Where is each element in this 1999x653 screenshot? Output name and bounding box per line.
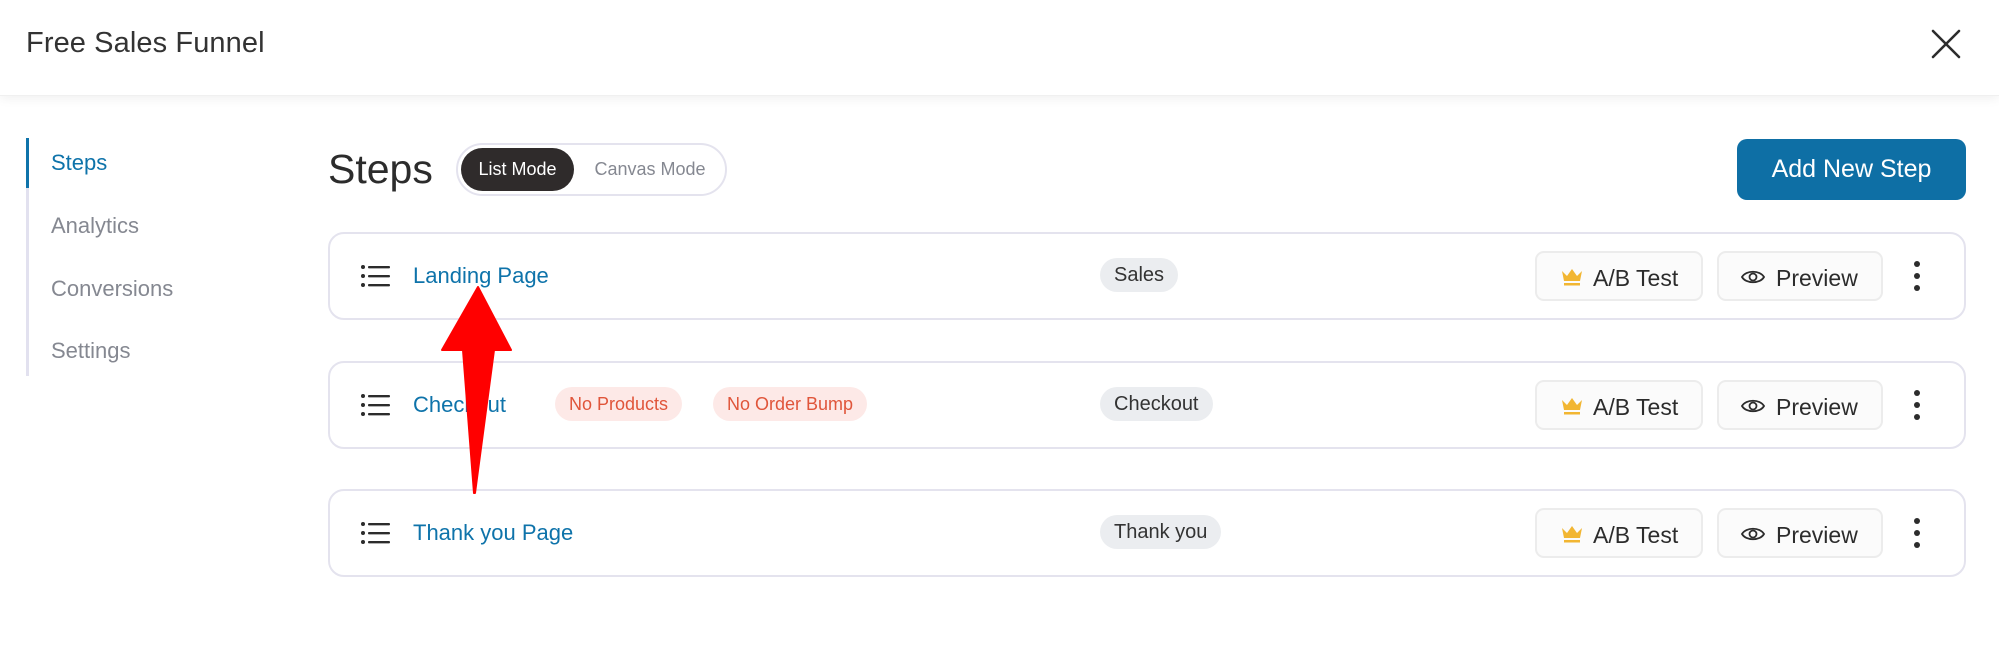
sidebar-active-indicator: [26, 138, 29, 188]
modal-title: Free Sales Funnel: [26, 27, 265, 59]
step-row: Thank you Page Thank you A/B Test Previe…: [328, 489, 1966, 577]
page-title: Steps: [328, 146, 433, 192]
more-options-icon[interactable]: [1910, 258, 1924, 294]
more-options-icon[interactable]: [1910, 387, 1924, 423]
view-mode-toggle: List Mode Canvas Mode: [456, 143, 727, 196]
more-options-icon[interactable]: [1910, 515, 1924, 551]
step-type-badge: Thank you: [1100, 515, 1222, 549]
canvas-mode-button[interactable]: Canvas Mode: [578, 148, 722, 191]
eye-icon: [1741, 270, 1765, 284]
ab-test-button[interactable]: A/B Test: [1535, 251, 1703, 301]
close-button[interactable]: [1928, 26, 1964, 62]
step-row: Checkout No Products No Order Bump Check…: [328, 361, 1966, 449]
ab-test-button[interactable]: A/B Test: [1535, 380, 1703, 430]
drag-handle-icon[interactable]: [360, 393, 390, 417]
preview-label: Preview: [1776, 265, 1858, 291]
preview-label: Preview: [1776, 394, 1858, 420]
preview-button[interactable]: Preview: [1717, 251, 1883, 301]
preview-label: Preview: [1776, 522, 1858, 548]
warning-badge-no-products: No Products: [555, 387, 683, 421]
drag-handle-icon[interactable]: [360, 521, 390, 545]
list-mode-button[interactable]: List Mode: [461, 148, 574, 191]
close-icon: [1931, 29, 1961, 59]
step-type-badge: Sales: [1100, 258, 1179, 292]
drag-handle-icon[interactable]: [360, 264, 390, 288]
step-name-link[interactable]: Thank you Page: [413, 520, 573, 546]
ab-test-label: A/B Test: [1593, 522, 1679, 548]
eye-icon: [1741, 527, 1765, 541]
modal-header: Free Sales Funnel: [0, 0, 1999, 96]
sidebar-item-settings[interactable]: Settings: [51, 338, 131, 364]
ab-test-label: A/B Test: [1593, 265, 1679, 291]
crown-icon: [1562, 526, 1582, 543]
ab-test-button[interactable]: A/B Test: [1535, 508, 1703, 558]
ab-test-label: A/B Test: [1593, 394, 1679, 420]
eye-icon: [1741, 399, 1765, 413]
preview-button[interactable]: Preview: [1717, 508, 1883, 558]
warning-badge-no-order-bump: No Order Bump: [713, 387, 868, 421]
step-name-link[interactable]: Landing Page: [413, 263, 549, 289]
sidebar-item-conversions[interactable]: Conversions: [51, 276, 173, 302]
sidebar-nav: Steps Analytics Conversions Settings: [26, 138, 256, 376]
sidebar-item-steps[interactable]: Steps: [51, 150, 107, 176]
step-row: Landing Page Sales A/B Test Preview: [328, 232, 1966, 320]
add-new-step-button[interactable]: Add New Step: [1737, 139, 1966, 200]
crown-icon: [1562, 398, 1582, 415]
crown-icon: [1562, 269, 1582, 286]
step-type-badge: Checkout: [1100, 387, 1213, 421]
step-name-link[interactable]: Checkout: [413, 392, 506, 418]
preview-button[interactable]: Preview: [1717, 380, 1883, 430]
sidebar-item-analytics[interactable]: Analytics: [51, 213, 139, 239]
